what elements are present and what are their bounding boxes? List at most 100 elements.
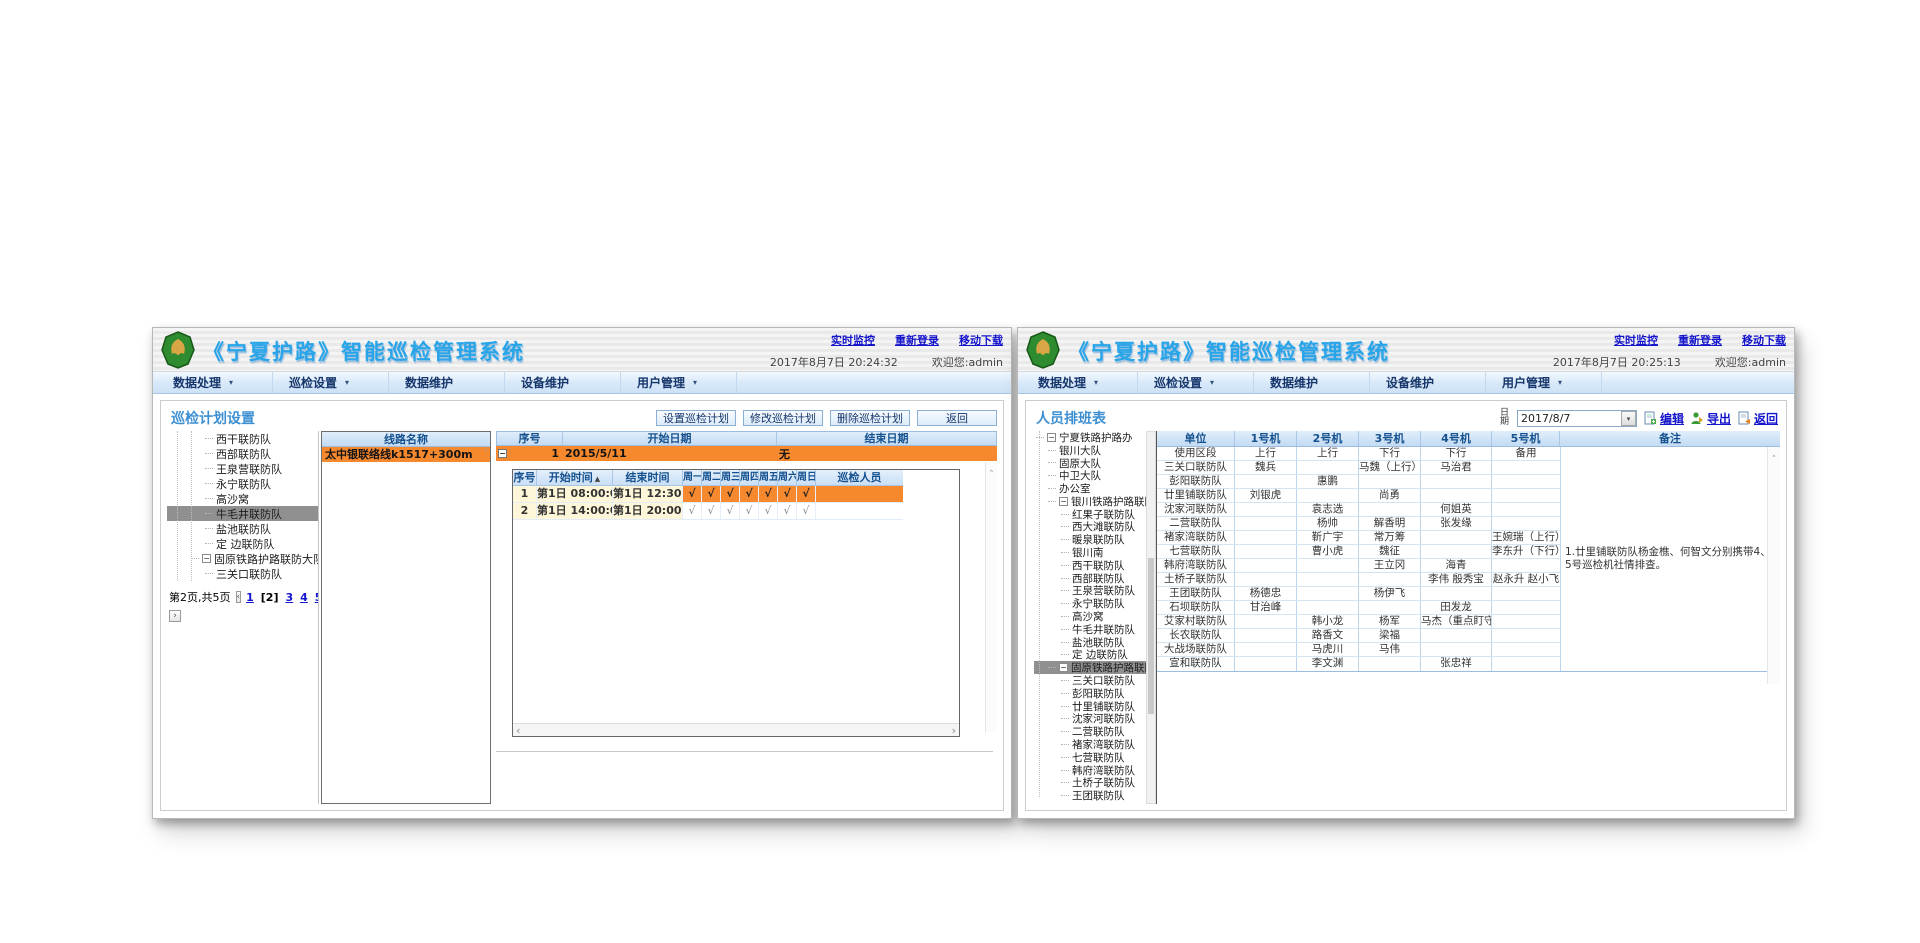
- date-select[interactable]: 2017/8/7 ▾: [1517, 410, 1637, 427]
- col-tuesday[interactable]: 周二: [702, 470, 721, 485]
- col-seq[interactable]: 序号: [513, 470, 537, 485]
- page-link[interactable]: 5: [315, 591, 319, 604]
- next-page-button[interactable]: ›: [169, 610, 181, 622]
- nav-link[interactable]: 实时监控: [1614, 332, 1658, 348]
- table-row[interactable]: 长农联防队 路香文 梁福: [1157, 629, 1560, 643]
- toolbar-button[interactable]: 返回: [917, 410, 997, 426]
- back-link[interactable]: 返回: [1737, 410, 1778, 427]
- tree-item[interactable]: 定 边联防队: [167, 536, 318, 551]
- menu-item[interactable]: 巡检设置 ▾: [273, 372, 389, 393]
- route-row-selected[interactable]: 太中银联络线k1517+300m: [322, 447, 490, 462]
- page-link[interactable]: 1: [246, 591, 254, 604]
- table-row[interactable]: 廿里铺联防队 刘银虎 尚勇: [1157, 489, 1560, 503]
- col-machine2[interactable]: 2号机: [1297, 431, 1359, 446]
- col-sunday[interactable]: 周日: [797, 470, 816, 485]
- collapse-icon[interactable]: [202, 554, 211, 563]
- table-row[interactable]: 沈家河联防队 袁志选 何姐英: [1157, 503, 1560, 517]
- menu-item[interactable]: 设备维护: [1370, 372, 1486, 393]
- table-row[interactable]: 大战场联防队 马虎川 马伟: [1157, 643, 1560, 657]
- col-monday[interactable]: 周一: [683, 470, 702, 485]
- tree-item[interactable]: 牛毛井联防队: [167, 506, 318, 521]
- plan-row-selected[interactable]: − 1 2015/5/11 无: [496, 446, 997, 461]
- machine4-cell: [1421, 489, 1492, 502]
- nav-link[interactable]: 移动下载: [1742, 332, 1786, 348]
- toolbar-button[interactable]: 修改巡检计划: [743, 410, 823, 426]
- tree-item[interactable]: 中卫大队: [1034, 469, 1156, 482]
- tree-item[interactable]: 王团联防队: [1034, 789, 1156, 802]
- menu-item[interactable]: 用户管理 ▾: [1486, 372, 1602, 393]
- col-machine5[interactable]: 5号机: [1492, 431, 1560, 446]
- time-row[interactable]: 1 第1日 08:00:00 第1日 12:30:00 √ √ √ √ √ √: [513, 486, 903, 503]
- table-row[interactable]: 七营联防队 曹小虎 魏征 李东升（下行）: [1157, 545, 1560, 559]
- collapse-icon[interactable]: [1059, 497, 1068, 506]
- table-row[interactable]: 石坝联防队 甘治峰 田发龙: [1157, 601, 1560, 615]
- nav-link[interactable]: 实时监控: [831, 332, 875, 348]
- tree-item[interactable]: 王泉营联防队: [167, 461, 318, 476]
- vertical-scrollbar[interactable]: ˄: [985, 462, 997, 732]
- col-friday[interactable]: 周五: [759, 470, 778, 485]
- scroll-up-icon[interactable]: ˄: [989, 471, 994, 480]
- tree-scrollbar[interactable]: [1146, 431, 1156, 804]
- collapse-row-icon[interactable]: −: [498, 449, 507, 458]
- col-inspector[interactable]: 巡检人员: [816, 470, 903, 485]
- table-row[interactable]: 使用区段 上行 上行 下行 下行 备用: [1157, 447, 1560, 461]
- col-machine1[interactable]: 1号机: [1235, 431, 1297, 446]
- tree-item[interactable]: 西部联防队: [167, 446, 318, 461]
- col-wednesday[interactable]: 周三: [721, 470, 740, 485]
- nav-link[interactable]: 重新登录: [895, 332, 939, 348]
- tree-item[interactable]: 盐池联防队: [167, 521, 318, 536]
- col-machine4[interactable]: 4号机: [1421, 431, 1492, 446]
- tree-item[interactable]: 三关口联防队: [167, 566, 318, 581]
- page-link[interactable]: 4: [300, 591, 308, 604]
- toolbar-button[interactable]: 设置巡检计划: [656, 410, 736, 426]
- table-row[interactable]: 土桥子联防队 李伟 殷秀宝 赵永升 赵小飞: [1157, 573, 1560, 587]
- col-machine3[interactable]: 3号机: [1359, 431, 1421, 446]
- tree-item[interactable]: 固原铁路护路联防大队: [167, 551, 318, 566]
- nav-link[interactable]: 移动下载: [959, 332, 1003, 348]
- scrollbar-thumb[interactable]: [1148, 558, 1154, 714]
- page-link[interactable]: [2]: [261, 591, 279, 604]
- table-row[interactable]: 褚家湾联防队 靳广宇 常万筹 王婉瑞（上行）: [1157, 531, 1560, 545]
- export-link[interactable]: 导出: [1690, 410, 1731, 427]
- machine3-cell: 马伟: [1359, 643, 1421, 656]
- menu-item[interactable]: 数据维护: [389, 372, 505, 393]
- col-unit[interactable]: 单位: [1157, 431, 1235, 446]
- tree-item[interactable]: 高沙窝: [167, 491, 318, 506]
- scroll-up-icon[interactable]: ˄: [1772, 456, 1777, 465]
- collapse-icon[interactable]: [1047, 433, 1056, 442]
- time-row[interactable]: 2 第1日 14:00:00 第1日 20:00:00 √ √ √ √ √ √: [513, 503, 903, 520]
- tree-item[interactable]: 永宁联防队: [167, 476, 318, 491]
- menu-item[interactable]: 数据维护: [1254, 372, 1370, 393]
- dropdown-arrow-icon[interactable]: ▾: [1621, 411, 1636, 426]
- page-link[interactable]: 3: [285, 591, 293, 604]
- table-row[interactable]: 二营联防队 杨帅 解香明 张发缘: [1157, 517, 1560, 531]
- chevron-down-icon: ▾: [229, 378, 233, 387]
- table-row[interactable]: 彭阳联防队 惠鹏: [1157, 475, 1560, 489]
- menu-item[interactable]: 用户管理 ▾: [621, 372, 737, 393]
- menu-item[interactable]: 巡检设置 ▾: [1138, 372, 1254, 393]
- menu-item[interactable]: 数据处理 ▾: [157, 372, 273, 393]
- toolbar-button[interactable]: 删除巡检计划: [830, 410, 910, 426]
- vertical-scrollbar[interactable]: ˄: [1767, 447, 1780, 684]
- menu-item[interactable]: 数据处理 ▾: [1022, 372, 1138, 393]
- scroll-up-icon[interactable]: ˄: [484, 450, 489, 459]
- menu-item[interactable]: 设备维护: [505, 372, 621, 393]
- table-row[interactable]: 三关口联防队 魏兵 马魏（上行） 马治君: [1157, 461, 1560, 475]
- scroll-right-icon[interactable]: ›: [952, 725, 956, 736]
- table-row[interactable]: 艾家村联防队 韩小龙 杨军 马杰（重点盯守）: [1157, 615, 1560, 629]
- table-row[interactable]: 王团联防队 杨德忠 杨伊飞: [1157, 587, 1560, 601]
- table-row[interactable]: 韩府湾联防队 王立冈 海青: [1157, 559, 1560, 573]
- horizontal-scrollbar[interactable]: ‹ ›: [513, 723, 959, 736]
- col-thursday[interactable]: 周四: [740, 470, 759, 485]
- col-start-time[interactable]: 开始时间▲: [537, 470, 613, 485]
- col-saturday[interactable]: 周六: [778, 470, 797, 485]
- prev-page-button[interactable]: ‹: [236, 591, 242, 603]
- table-row[interactable]: 宣和联防队 李文渊 张忠祥: [1157, 657, 1560, 671]
- collapse-icon[interactable]: [1059, 663, 1068, 672]
- scroll-left-icon[interactable]: ‹: [516, 725, 520, 736]
- nav-link[interactable]: 重新登录: [1678, 332, 1722, 348]
- col-end-time[interactable]: 结束时间: [613, 470, 683, 485]
- edit-link[interactable]: 编辑: [1643, 410, 1684, 427]
- col-remark[interactable]: 备注: [1560, 431, 1780, 446]
- tree-item[interactable]: 西干联防队: [167, 431, 318, 446]
